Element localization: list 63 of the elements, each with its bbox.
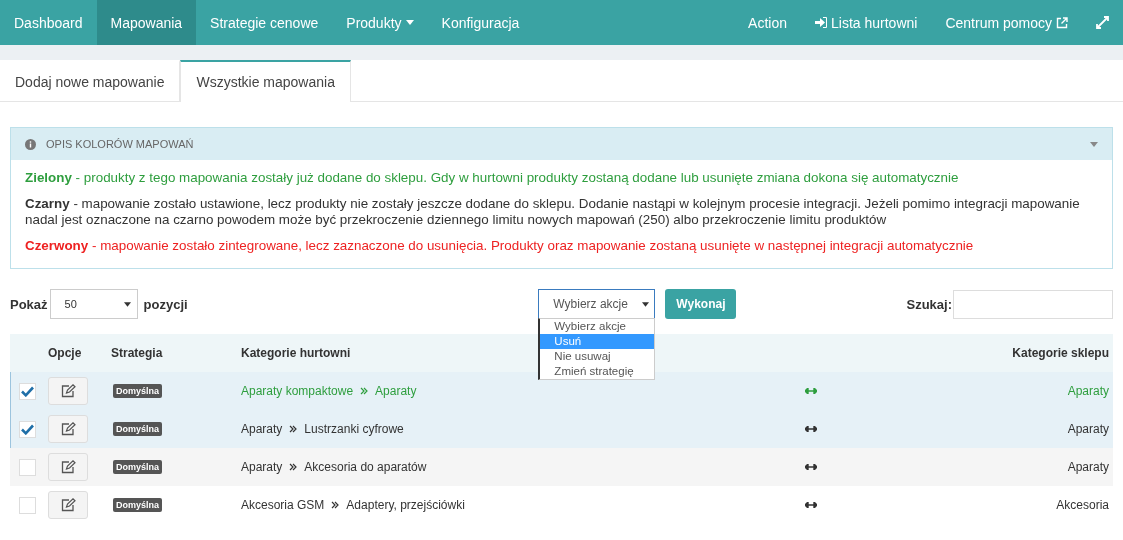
sign-in-icon [815, 17, 827, 28]
row-checkbox[interactable] [19, 382, 36, 400]
edit-button[interactable] [48, 453, 88, 481]
category-name: Lustrzanki cyfrowe [304, 422, 404, 436]
caret-icon [642, 301, 650, 307]
category-name: Aparaty [375, 384, 417, 398]
edit-icon [60, 422, 76, 436]
page-size-select[interactable]: 50 [49, 289, 138, 319]
double-chevron-icon [289, 463, 298, 471]
caret-icon [1090, 141, 1098, 147]
double-chevron-icon [360, 387, 369, 395]
edit-button[interactable] [48, 491, 88, 519]
search-label: Szukaj: [906, 296, 952, 312]
category-name: Aparaty [241, 422, 283, 436]
entries-label: pozycji [143, 296, 188, 312]
double-arrow-icon [805, 464, 817, 470]
info-icon [25, 138, 36, 150]
column-header: Strategia [111, 346, 164, 360]
nav-link[interactable]: Mapowania [96, 0, 197, 45]
column-header: Opcje [48, 346, 83, 360]
row-checkbox[interactable] [19, 496, 36, 514]
legend-description: Zielony - produkty z tego mapowania zostały już dodane do sklepu. Gdy w hurtowni produkty zostaną dodane lub usunięte zmiana dokona się automatycznie [25, 170, 960, 186]
category-name: Akcesoria GSM [241, 498, 325, 512]
row-checkbox[interactable] [19, 420, 36, 438]
category-name: Aparaty [241, 460, 283, 474]
shop-category: Aparaty [1066, 384, 1110, 398]
checkmark-icon [21, 385, 34, 397]
legend-description: Czarny - mapowanie zostało ustawione, lecz produkty nie zostały jeszcze dodane do sklepu. Dodanie nastąpi w kolejnym procesie integracji. Jeżeli pomimo integracji mapowanie nadal jest oznaczone na czarno powodem może być przekroczenie dziennego limitu nowych mapowań (250) albo przekroczenie limitu produktów [25, 196, 1081, 228]
category-name: Aparaty kompaktowe [241, 384, 354, 398]
edit-button[interactable] [48, 415, 88, 443]
double-arrow-icon [805, 502, 817, 508]
double-arrow-icon [805, 388, 817, 394]
strategy-badge: Domyślna [113, 422, 162, 436]
edit-icon [60, 460, 76, 474]
double-chevron-icon [331, 501, 340, 509]
expand-icon [1096, 16, 1109, 29]
row-checkbox[interactable] [19, 458, 36, 476]
shop-category: Aparaty [1066, 422, 1110, 436]
strategy-badge: Domyślna [113, 384, 162, 398]
search-field[interactable] [953, 289, 1113, 319]
external-link-icon [1056, 16, 1068, 29]
category-name: Adaptery, przejściówki [346, 498, 465, 512]
checkmark-icon [21, 423, 34, 435]
edit-button[interactable] [48, 377, 88, 405]
strategy-badge: Domyślna [113, 498, 162, 512]
edit-icon [60, 384, 76, 398]
legend-title: OPIS KOLORÓW MAPOWAŃ [46, 138, 195, 150]
legend-description: Czerwony - mapowanie zostało zintegrowane, lecz zaznaczone do usunięcia. Produkty oraz mapowanie zostaną usunięte w następnej integracji automatycznie [25, 238, 975, 254]
legend-header[interactable]: OPIS KOLORÓW MAPOWAŃ [11, 128, 1112, 160]
double-chevron-icon [289, 425, 298, 433]
column-header: Kategorie hurtowni [241, 346, 352, 360]
strategy-badge: Domyślna [113, 460, 162, 474]
caret-icon [123, 301, 131, 307]
table-row[interactable]: Domyślna Aparaty Lustrzanki cyfrowe Aparaty [10, 410, 1113, 448]
shop-category: Aparaty [1066, 460, 1110, 474]
show-label: Pokaż [10, 296, 48, 312]
shop-category: Akcesoria [1055, 498, 1110, 512]
tab[interactable]: Wszystkie mapowania [180, 60, 351, 102]
edit-icon [60, 498, 76, 512]
double-arrow-icon [805, 426, 817, 432]
category-name: Akcesoria do aparatów [304, 460, 427, 474]
table-row[interactable]: Domyślna Aparaty Akcesoria do aparatów Aparaty [10, 448, 1113, 486]
column-header: Kategorie sklepu [1012, 346, 1110, 360]
